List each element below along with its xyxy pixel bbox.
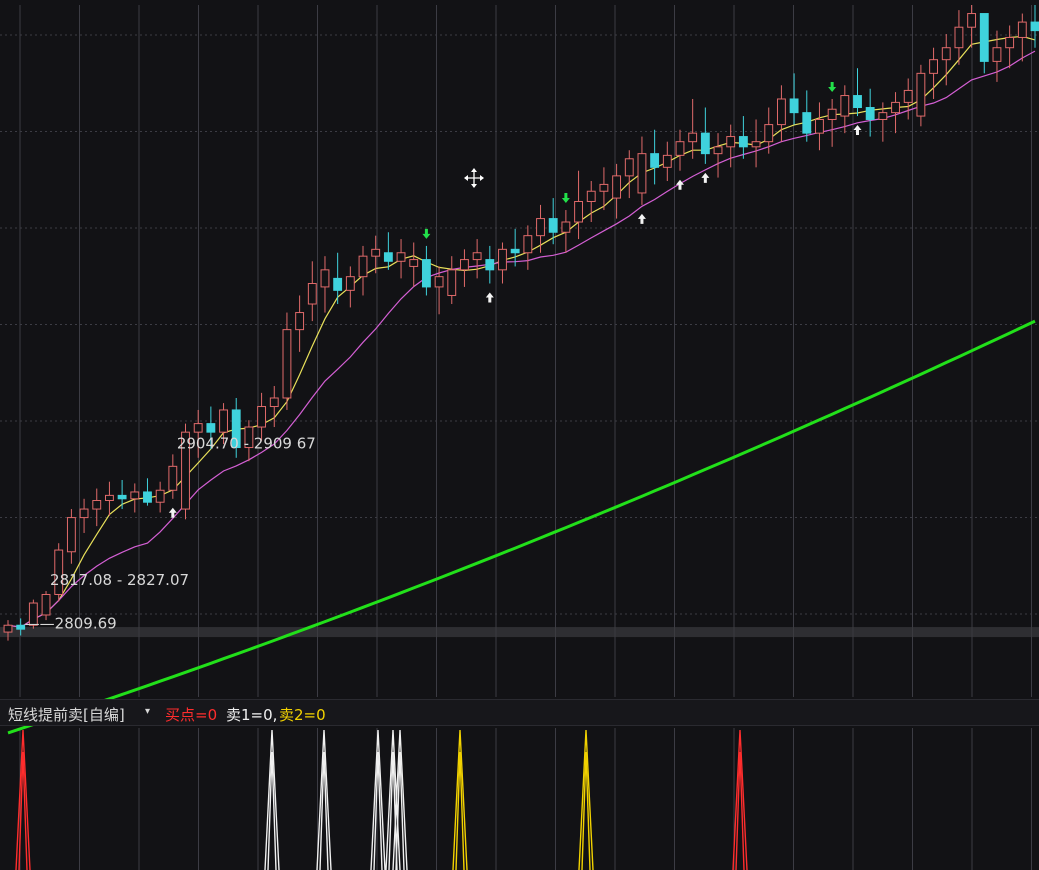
- candle-body: [206, 423, 216, 433]
- candle-body: [66, 517, 76, 553]
- candle-body: [548, 218, 558, 233]
- candle-body: [193, 423, 203, 433]
- candle-body: [662, 154, 672, 168]
- candle-body: [396, 252, 406, 262]
- candle-body: [561, 221, 571, 233]
- price-cursor-band: [0, 627, 1039, 638]
- candle-body: [1030, 21, 1039, 32]
- candle-body: [307, 283, 317, 305]
- indicator-buy-value: 买点=0: [165, 706, 218, 724]
- candle-body: [954, 26, 964, 49]
- candle-body: [447, 269, 457, 296]
- candle-body: [751, 141, 761, 148]
- candle-body: [637, 153, 647, 194]
- candle-body: [586, 190, 596, 202]
- candle-body: [320, 269, 330, 288]
- candle-body: [523, 235, 533, 254]
- candle-body: [650, 153, 660, 168]
- candle-body: [434, 276, 444, 288]
- candle-body: [688, 132, 698, 143]
- candle-body: [16, 624, 26, 630]
- candle-body: [853, 95, 862, 109]
- candle-body: [421, 259, 431, 288]
- candle-body: [510, 248, 520, 254]
- candle-body: [992, 47, 1002, 62]
- candle-body: [738, 136, 748, 148]
- candle-body: [117, 494, 127, 500]
- candle-body: [3, 624, 13, 633]
- candle-body: [282, 329, 292, 399]
- stock-chart: 2904.70 - 2909 67 2817.08 - 2827.07 ——2809…: [0, 0, 1039, 870]
- price-annotation: 2817.08 - 2827.07: [50, 571, 189, 589]
- indicator-dropdown-icon[interactable]: ▾: [145, 706, 150, 717]
- candle-body: [295, 312, 305, 331]
- candle-body: [967, 13, 977, 28]
- candle-body: [130, 491, 140, 500]
- candle-body: [269, 397, 279, 408]
- candle-body: [789, 98, 799, 114]
- candle-body: [776, 98, 786, 126]
- candle-body: [460, 259, 469, 271]
- candle-body: [79, 508, 89, 519]
- candle-body: [612, 175, 622, 199]
- candle-body: [574, 200, 583, 223]
- indicator-name[interactable]: 短线提前卖[自编]: [8, 704, 125, 725]
- candle-body: [624, 158, 634, 177]
- candle-body: [536, 218, 545, 237]
- candle-body: [764, 124, 774, 143]
- candle-body: [168, 465, 178, 491]
- candle-body: [916, 72, 926, 117]
- price-annotation: ——2809.69: [25, 614, 117, 632]
- candle-body: [827, 108, 837, 120]
- candle-body: [143, 491, 152, 503]
- candle-body: [383, 252, 393, 262]
- candle-body: [675, 141, 685, 156]
- candle-body: [345, 276, 355, 291]
- candle-body: [358, 255, 368, 278]
- candle-body: [498, 248, 507, 271]
- candle-body: [92, 500, 102, 510]
- candle-body: [700, 132, 710, 155]
- candle-body: [840, 95, 850, 117]
- indicator-legend-bar: 短线提前卖[自编] ▾ 买点=0 卖1=0, 卖2=0: [0, 699, 1039, 726]
- candle-body: [472, 252, 482, 261]
- candle-body: [105, 494, 114, 502]
- candle-body: [929, 59, 938, 74]
- candle-body: [409, 259, 419, 267]
- candle-body: [802, 112, 812, 134]
- price-annotation: 2904.70 - 2909 67: [177, 434, 316, 452]
- candle-body: [903, 89, 913, 103]
- candle-body: [941, 47, 951, 61]
- indicator-sell2-value: 卖2=0: [279, 706, 326, 724]
- candle-body: [865, 107, 875, 120]
- indicator-sell1-value: 卖1=0,: [226, 706, 278, 724]
- candle-body: [257, 406, 267, 428]
- candle-body: [713, 146, 723, 155]
- candle-body: [1005, 36, 1015, 49]
- candle-body: [815, 118, 824, 134]
- candle-body: [485, 259, 495, 271]
- candle-body: [979, 13, 989, 62]
- candle-body: [155, 489, 165, 503]
- candle-body: [333, 277, 343, 291]
- candle-body: [599, 183, 609, 192]
- candle-body: [219, 409, 228, 433]
- candle-body: [1017, 21, 1027, 38]
- candle-body: [41, 593, 51, 616]
- candle-body: [726, 136, 736, 148]
- candle-body: [371, 248, 381, 257]
- candle-body: [891, 101, 900, 114]
- candle-body: [878, 112, 888, 120]
